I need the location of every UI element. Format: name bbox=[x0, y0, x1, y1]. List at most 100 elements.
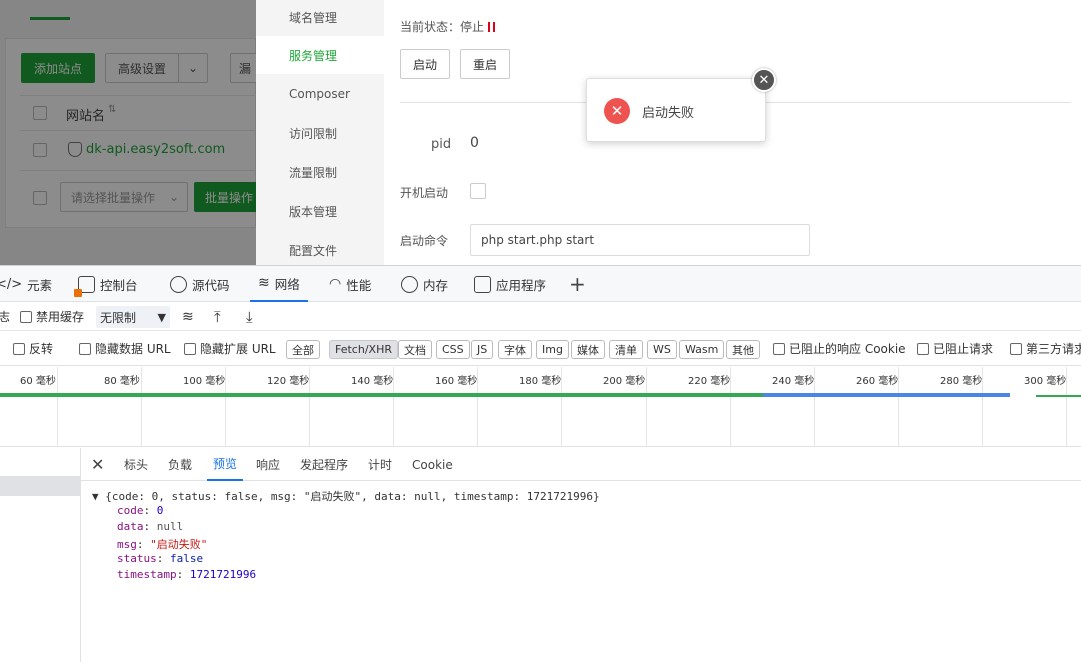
preview-summary-line[interactable]: ▼ {code: 0, status: false, msg: "启动失败", … bbox=[92, 488, 600, 504]
nav-item-config[interactable]: 配置文件 bbox=[256, 231, 384, 265]
third-party-toggle[interactable]: 第三方请求 bbox=[1010, 332, 1081, 365]
filter-img[interactable]: Img bbox=[536, 340, 569, 359]
request-list[interactable] bbox=[0, 448, 81, 662]
blocked-requests-toggle[interactable]: 已阻止请求 bbox=[917, 332, 993, 365]
nav-item-domain[interactable]: 域名管理 bbox=[256, 0, 384, 36]
tab-network[interactable]: ≋ 网络 bbox=[250, 266, 308, 302]
blocked-requests-checkbox[interactable] bbox=[917, 342, 929, 355]
tab-sources[interactable]: 源代码 bbox=[170, 266, 230, 302]
download-icon[interactable]: ⤓ bbox=[246, 303, 253, 330]
toast-message: 启动失败 bbox=[642, 106, 695, 121]
filter-media[interactable]: 媒体 bbox=[571, 340, 605, 359]
tab-response[interactable]: 响应 bbox=[256, 448, 280, 481]
site-list-panel: 添加站点 高级设置 ⌄ 漏 网站名 ⇅ dk-api.easy2soft.com… bbox=[0, 0, 264, 265]
tick-label: 120 毫秒 bbox=[267, 376, 310, 387]
expand-triangle-icon[interactable]: ▼ bbox=[92, 490, 105, 503]
wifi-icon: ≋ bbox=[258, 275, 270, 291]
upload-icon[interactable]: ⤒ bbox=[214, 303, 221, 330]
filter-font[interactable]: 字体 bbox=[498, 340, 532, 359]
code-icon: </> bbox=[0, 276, 23, 292]
start-command-input[interactable]: php start.php start bbox=[470, 224, 810, 256]
waterfall-bar-small bbox=[1036, 395, 1081, 397]
disable-cache-label: 禁用缓存 bbox=[36, 310, 85, 324]
filter-other[interactable]: 其他 bbox=[726, 340, 760, 359]
filter-manifest[interactable]: 清单 bbox=[609, 340, 643, 359]
tab-payload[interactable]: 负载 bbox=[168, 448, 192, 481]
filter-wasm[interactable]: Wasm bbox=[679, 340, 725, 359]
filter-css[interactable]: CSS bbox=[436, 340, 470, 359]
filter-fetch-xhr[interactable]: Fetch/XHR bbox=[329, 340, 398, 359]
invert-checkbox[interactable] bbox=[13, 342, 25, 355]
json-value: null bbox=[156, 520, 184, 533]
filter-bar: 反转 隐藏数据 URL 隐藏扩展 URL 全部 Fetch/XHR 文档 CSS… bbox=[0, 332, 1081, 366]
tick-label: 100 毫秒 bbox=[183, 376, 226, 387]
blocked-cookies-label: 已阻止的响应 Cookie bbox=[789, 342, 906, 356]
memory-icon bbox=[401, 275, 418, 293]
nav-item-access[interactable]: 访问限制 bbox=[256, 114, 384, 152]
tab-label: 性能 bbox=[346, 277, 372, 293]
tick-label: 260 毫秒 bbox=[856, 376, 899, 387]
filter-js[interactable]: JS bbox=[471, 340, 494, 359]
tab-initiator[interactable]: 发起程序 bbox=[300, 448, 348, 481]
web-app-panel: 添加站点 高级设置 ⌄ 漏 网站名 ⇅ dk-api.easy2soft.com… bbox=[0, 0, 1081, 265]
tick-label: 180 毫秒 bbox=[519, 376, 562, 387]
tab-label: 应用程序 bbox=[496, 277, 547, 293]
error-icon: ✕ bbox=[604, 98, 630, 124]
blocked-cookies-toggle[interactable]: 已阻止的响应 Cookie bbox=[773, 332, 906, 365]
tab-elements[interactable]: </> 元素 bbox=[0, 266, 52, 302]
nav-item-traffic[interactable]: 流量限制 bbox=[256, 153, 384, 191]
pid-value: 0 bbox=[470, 135, 479, 151]
disable-cache-checkbox[interactable] bbox=[20, 310, 32, 323]
autostart-checkbox[interactable] bbox=[470, 183, 486, 199]
tab-console[interactable]: 控制台 bbox=[74, 266, 138, 302]
detail-tab-bar: ✕ 标头 负载 预览 响应 发起程序 计时 Cookie bbox=[81, 448, 1081, 481]
disable-cache-toggle[interactable]: 禁用缓存 bbox=[20, 303, 84, 330]
selected-request-row[interactable] bbox=[0, 476, 80, 496]
filter-all[interactable]: 全部 bbox=[286, 340, 320, 359]
add-tab-icon[interactable]: + bbox=[569, 266, 586, 302]
tick-label: 60 毫秒 bbox=[20, 376, 56, 387]
tick-label: 280 毫秒 bbox=[940, 376, 983, 387]
start-button[interactable]: 启动 bbox=[400, 49, 450, 79]
json-row-timestamp: timestamp: 1721721996 bbox=[117, 568, 257, 581]
blocked-cookies-checkbox[interactable] bbox=[773, 342, 785, 355]
app-icon bbox=[474, 275, 491, 293]
nav-item-service[interactable]: 服务管理 bbox=[256, 36, 384, 74]
json-key: data bbox=[117, 520, 144, 533]
hide-data-url-toggle[interactable]: 隐藏数据 URL bbox=[79, 332, 171, 365]
close-icon[interactable]: ✕ bbox=[91, 448, 104, 481]
tab-timing[interactable]: 计时 bbox=[368, 448, 392, 481]
filter-ws[interactable]: WS bbox=[647, 340, 677, 359]
throttle-select[interactable]: 无限制 ▼ bbox=[96, 306, 170, 328]
gauge-icon: ◠ bbox=[329, 276, 342, 292]
hide-ext-url-toggle[interactable]: 隐藏扩展 URL bbox=[184, 332, 276, 365]
tab-memory[interactable]: 内存 bbox=[401, 266, 448, 302]
status-text: 当前状态：停止 bbox=[400, 20, 485, 34]
tick-line bbox=[646, 367, 647, 447]
third-party-checkbox[interactable] bbox=[1010, 342, 1022, 355]
close-icon[interactable]: ✕ bbox=[752, 68, 776, 92]
console-icon bbox=[74, 275, 95, 297]
tick-label: 220 毫秒 bbox=[688, 376, 731, 387]
tab-performance[interactable]: ◠ 性能 bbox=[329, 266, 371, 302]
tab-label: 源代码 bbox=[192, 277, 230, 293]
network-conditions-icon[interactable]: ≋ bbox=[182, 303, 194, 330]
devtools-panel: </> 元素 控制台 源代码 ≋ 网络 ◠ 性能 内存 应用程序 + 志 禁用缓… bbox=[0, 265, 1081, 662]
third-party-label: 第三方请求 bbox=[1026, 342, 1081, 356]
tick-label: 200 毫秒 bbox=[603, 376, 646, 387]
restart-button[interactable]: 重启 bbox=[460, 49, 510, 79]
tab-preview[interactable]: 预览 bbox=[207, 448, 244, 481]
preserve-log-label[interactable]: 志 bbox=[0, 303, 10, 330]
hide-data-url-checkbox[interactable] bbox=[79, 342, 91, 355]
tab-application[interactable]: 应用程序 bbox=[474, 266, 546, 302]
hide-ext-url-checkbox[interactable] bbox=[184, 342, 196, 355]
filter-doc[interactable]: 文档 bbox=[398, 340, 432, 359]
nav-item-composer[interactable]: Composer bbox=[256, 75, 384, 113]
blocked-requests-label: 已阻止请求 bbox=[933, 342, 994, 356]
network-timeline[interactable]: 60 毫秒 80 毫秒 100 毫秒 120 毫秒 140 毫秒 160 毫秒 … bbox=[0, 367, 1081, 447]
tab-headers[interactable]: 标头 bbox=[124, 448, 148, 481]
invert-toggle[interactable]: 反转 bbox=[13, 332, 53, 365]
tab-cookie[interactable]: Cookie bbox=[412, 448, 453, 481]
pid-label: pid bbox=[431, 137, 452, 152]
nav-item-version[interactable]: 版本管理 bbox=[256, 192, 384, 230]
